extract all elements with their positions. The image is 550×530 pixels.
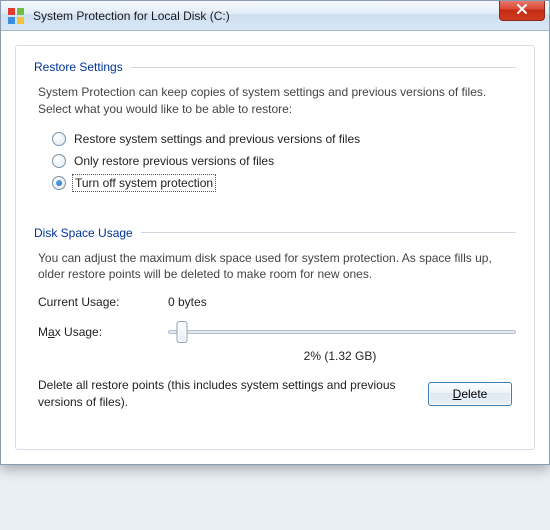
delete-description: Delete all restore points (this includes… — [38, 377, 428, 411]
max-usage-value: 2% (1.32 GB) — [164, 349, 516, 363]
group-header: Disk Space Usage — [34, 226, 516, 240]
delete-button[interactable]: Delete — [428, 382, 512, 406]
restore-settings-group: Restore Settings System Protection can k… — [34, 60, 516, 192]
windows-flag-icon — [7, 7, 25, 25]
disk-space-usage-group: Disk Space Usage You can adjust the maxi… — [34, 226, 516, 411]
radio-option-restore-all[interactable]: Restore system settings and previous ver… — [52, 130, 516, 148]
restore-settings-title: Restore Settings — [34, 60, 123, 74]
current-usage-row: Current Usage: 0 bytes — [38, 295, 516, 309]
max-usage-row: Max Usage: — [38, 319, 516, 345]
max-usage-label: Max Usage: — [38, 325, 168, 339]
group-header: Restore Settings — [34, 60, 516, 74]
current-usage-label: Current Usage: — [38, 295, 168, 309]
disk-space-usage-title: Disk Space Usage — [34, 226, 133, 240]
restore-description: System Protection can keep copies of sys… — [38, 84, 516, 118]
delete-restore-points-row: Delete all restore points (this includes… — [38, 377, 512, 411]
close-button[interactable] — [499, 1, 545, 21]
max-usage-slider[interactable] — [168, 319, 516, 345]
radio-icon — [52, 132, 66, 146]
content-panel: Restore Settings System Protection can k… — [15, 45, 535, 450]
radio-label: Restore system settings and previous ver… — [74, 132, 360, 146]
group-divider — [141, 232, 516, 233]
current-usage-value: 0 bytes — [168, 295, 207, 309]
close-icon — [516, 3, 528, 18]
radio-label: Only restore previous versions of files — [74, 154, 274, 168]
radio-label: Turn off system protection — [74, 176, 214, 190]
slider-thumb[interactable] — [176, 321, 187, 343]
titlebar[interactable]: System Protection for Local Disk (C:) — [1, 1, 549, 31]
disk-description: You can adjust the maximum disk space us… — [38, 250, 516, 284]
window-title: System Protection for Local Disk (C:) — [33, 9, 230, 23]
group-divider — [131, 67, 516, 68]
radio-option-restore-files-only[interactable]: Only restore previous versions of files — [52, 152, 516, 170]
radio-icon — [52, 176, 66, 190]
radio-icon — [52, 154, 66, 168]
client-area: Restore Settings System Protection can k… — [1, 31, 549, 464]
slider-track — [168, 330, 516, 334]
system-protection-dialog: System Protection for Local Disk (C:) Re… — [0, 0, 550, 465]
radio-option-turn-off[interactable]: Turn off system protection — [52, 174, 516, 192]
